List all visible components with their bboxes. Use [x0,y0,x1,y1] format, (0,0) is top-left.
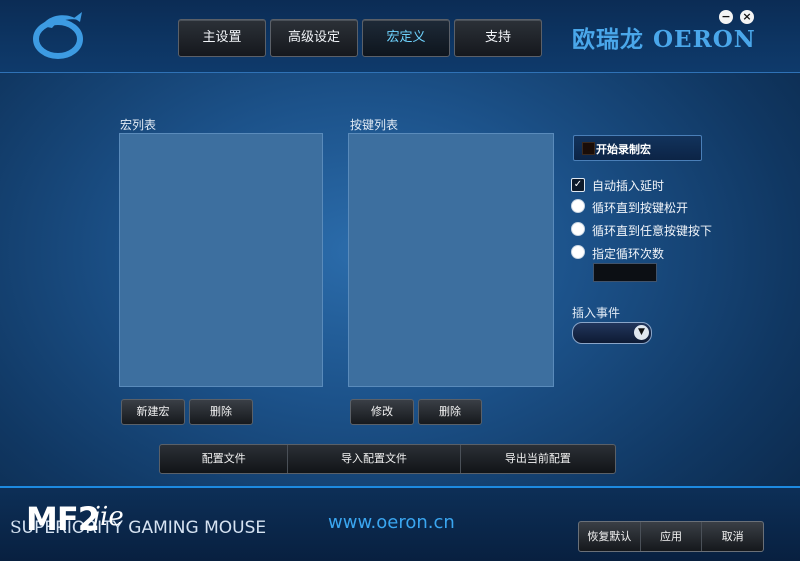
cancel-button[interactable]: 取消 [702,522,763,551]
loop-until-any-key-radio[interactable] [571,222,585,236]
auto-delay-label: 自动插入延时 [592,179,665,193]
loop-count-input[interactable] [593,263,657,282]
tab-macro[interactable]: 宏定义 [362,19,450,57]
insert-event-dropdown[interactable]: ▼ [572,322,652,344]
export-profile-button[interactable]: 导出当前配置 [461,445,615,473]
tab-support[interactable]: 支持 [454,19,542,57]
close-button[interactable]: × [740,10,754,24]
model-script: jie [92,502,124,532]
chevron-down-icon[interactable]: ▼ [634,325,649,340]
macro-list[interactable] [119,133,323,387]
delete-key-button[interactable]: 删除 [418,399,482,425]
loop-until-release-radio[interactable] [571,199,585,213]
auto-delay-checkbox[interactable]: ✓ [571,178,585,192]
minimize-button[interactable]: − [719,10,733,24]
restore-defaults-button[interactable]: 恢复默认 [579,522,641,551]
modify-button[interactable]: 修改 [350,399,414,425]
start-record-label: 开始录制宏 [596,143,651,156]
main-tabs: 主设置 高级设定 宏定义 支持 [178,19,542,57]
model-name: MF2 [26,500,100,538]
record-icon [582,142,595,155]
brand-logo: 欧瑞龙 OERON [572,26,756,53]
loop-count-radio[interactable] [571,245,585,259]
loop-until-release-label: 循环直到按键松开 [592,201,689,215]
delete-macro-button[interactable]: 删除 [189,399,253,425]
start-record-button[interactable]: 开始录制宏 [573,135,702,161]
insert-event-label: 插入事件 [572,306,621,320]
apply-button[interactable]: 应用 [641,522,703,551]
top-bar: 主设置 高级设定 宏定义 支持 欧瑞龙 OERON − × [0,0,800,73]
loop-count-label: 指定循环次数 [592,247,665,261]
dragon-logo-icon [33,12,83,59]
loop-until-any-key-label: 循环直到任意按键按下 [592,224,713,238]
tab-main-settings[interactable]: 主设置 [178,19,266,57]
config-bar: 配置文件 导入配置文件 导出当前配置 [159,444,616,474]
key-list[interactable] [348,133,554,387]
import-profile-button[interactable]: 导入配置文件 [288,445,461,473]
slogan-first-letter: S [10,518,22,538]
website-url[interactable]: www.oeron.cn [328,512,455,533]
profile-button[interactable]: 配置文件 [160,445,289,473]
key-list-label: 按键列表 [350,118,399,132]
new-macro-button[interactable]: 新建宏 [121,399,185,425]
macro-list-label: 宏列表 [120,118,157,132]
action-bar: 恢复默认 应用 取消 [578,521,764,552]
tab-advanced-settings[interactable]: 高级设定 [270,19,358,57]
